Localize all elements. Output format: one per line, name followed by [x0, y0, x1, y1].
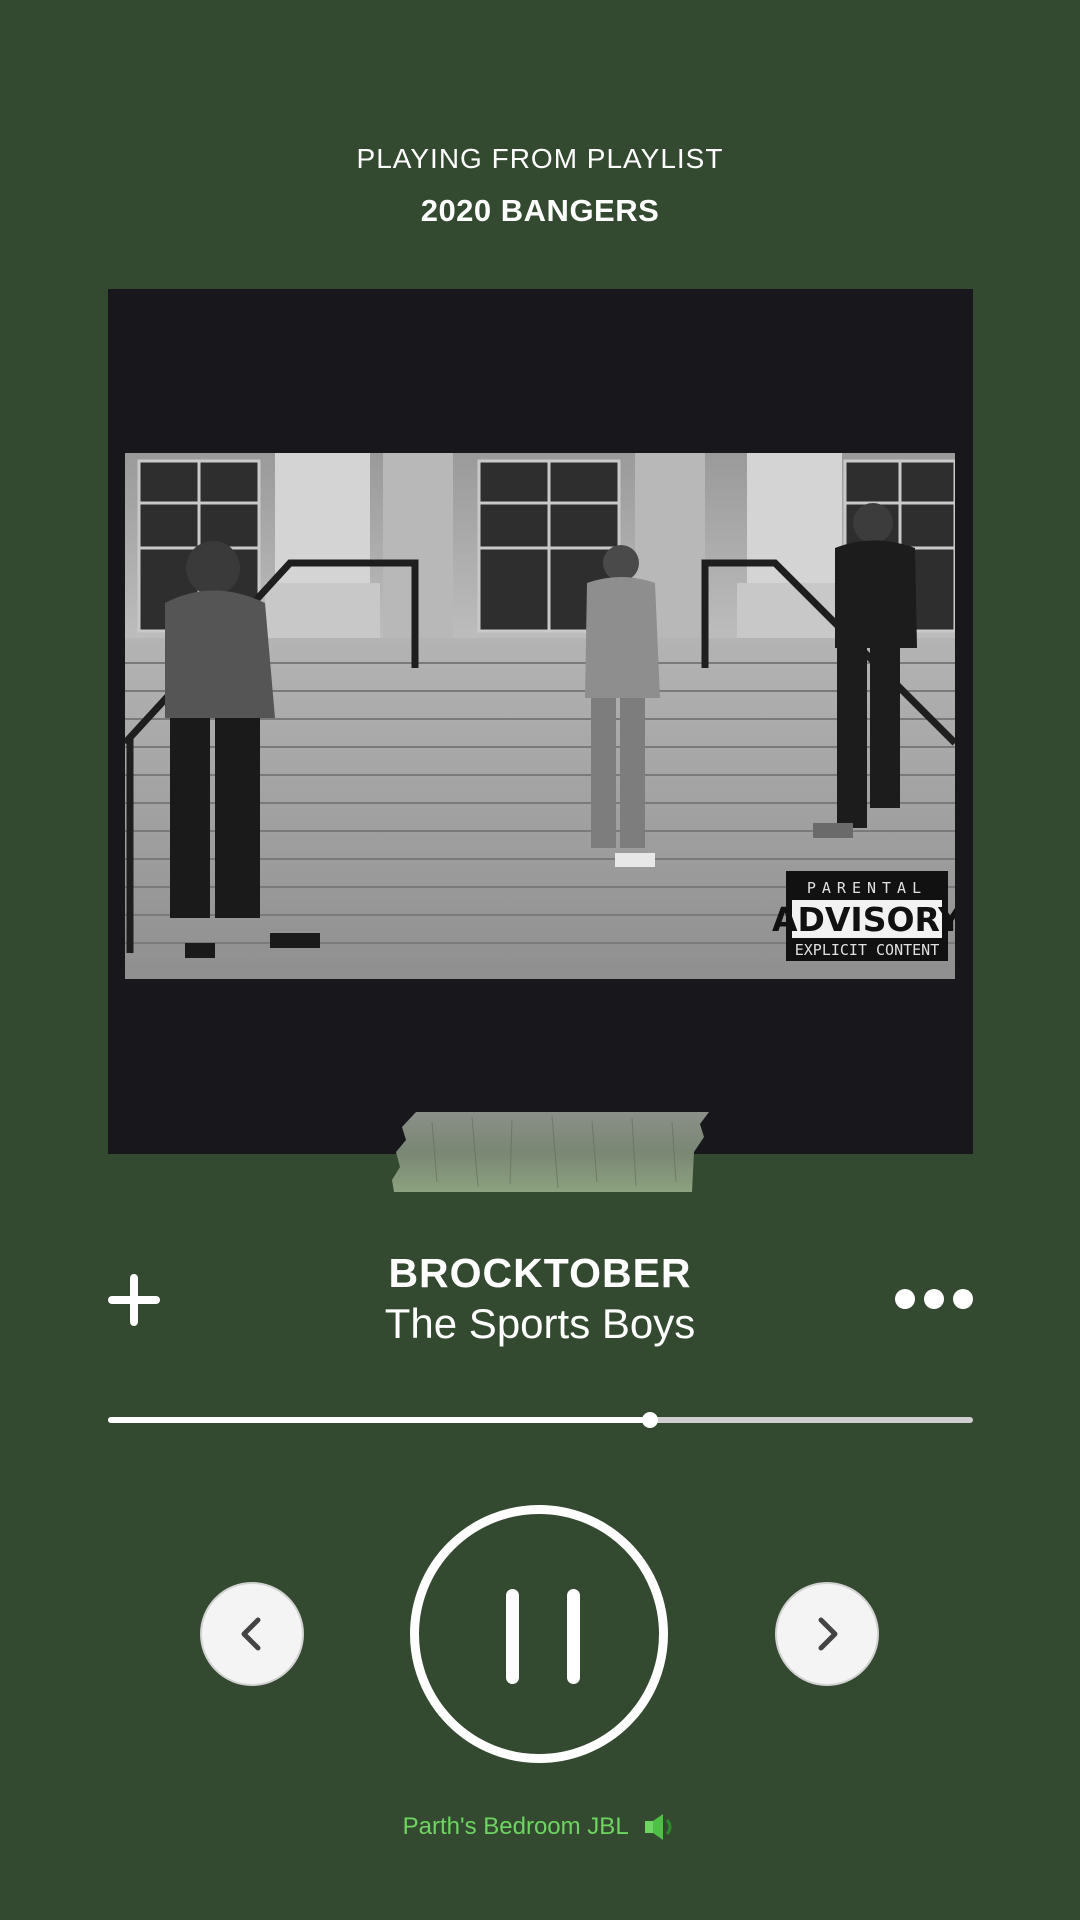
device-name: Parth's Bedroom JBL: [402, 1813, 629, 1840]
grass-tape-decoration: [392, 1112, 709, 1192]
seek-bar-thumb[interactable]: [642, 1412, 659, 1428]
album-photo: PARENTAL ADVISORY EXPLICIT CONTENT: [125, 453, 955, 979]
context-label: PLAYING FROM PLAYLIST: [356, 143, 724, 174]
pause-icon: [567, 1589, 580, 1684]
next-track-button[interactable]: [775, 1582, 879, 1686]
connected-device[interactable]: Parth's Bedroom JBL: [0, 1812, 1080, 1842]
svg-text:EXPLICIT CONTENT: EXPLICIT CONTENT: [795, 941, 940, 959]
more-options-button[interactable]: [893, 1284, 975, 1314]
playlist-name[interactable]: 2020 BANGERS: [0, 193, 1080, 229]
pause-button[interactable]: [410, 1505, 668, 1763]
chevron-left-icon: [241, 1617, 261, 1651]
previous-track-button[interactable]: [200, 1582, 304, 1686]
album-art: PARENTAL ADVISORY EXPLICIT CONTENT: [108, 289, 973, 1192]
svg-text:ADVISORY: ADVISORY: [772, 900, 955, 939]
seek-bar-progress: [108, 1417, 651, 1423]
seek-bar[interactable]: [108, 1412, 973, 1428]
more-dots-icon: [895, 1289, 973, 1309]
parental-advisory-label: PARENTAL ADVISORY EXPLICIT CONTENT: [772, 871, 955, 961]
speaker-icon: [645, 1814, 672, 1840]
chevron-right-icon: [818, 1617, 838, 1651]
svg-text:PARENTAL: PARENTAL: [807, 879, 927, 897]
pause-icon: [506, 1589, 519, 1684]
